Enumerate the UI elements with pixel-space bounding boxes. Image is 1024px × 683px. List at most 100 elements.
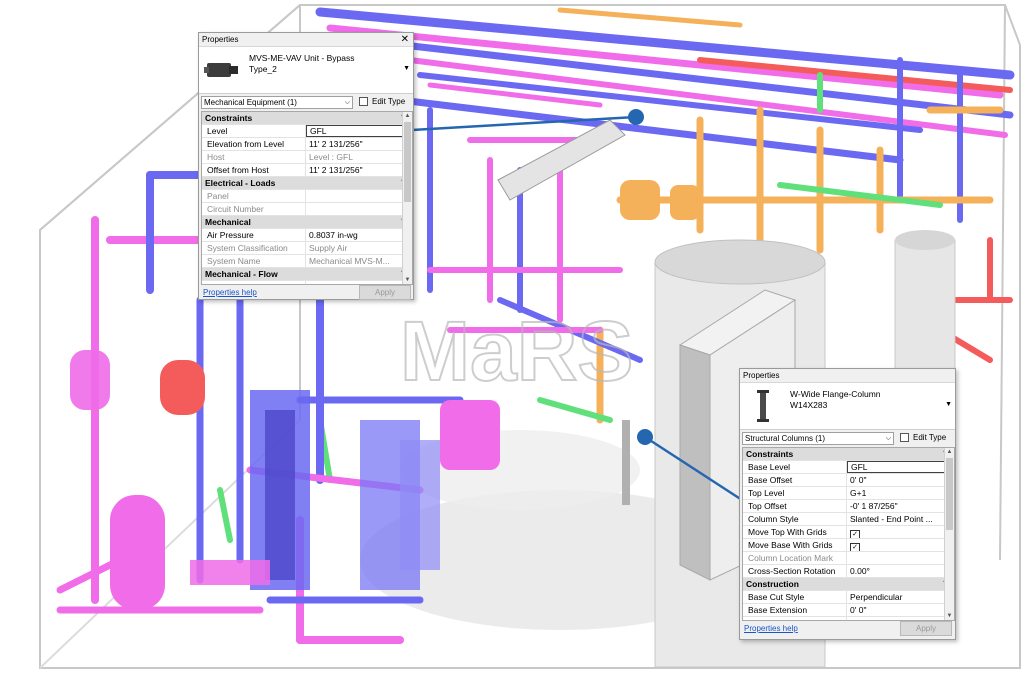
property-row[interactable]: Column Style Slanted - End Point ... (743, 513, 954, 526)
callout-dot-column (637, 429, 653, 445)
close-icon[interactable]: ✕ (401, 33, 409, 46)
checkbox-checked[interactable]: ✓ (850, 543, 860, 551)
edit-type-button[interactable]: Edit Type (359, 96, 405, 107)
edit-type-button[interactable]: Edit Type (900, 432, 946, 443)
scrollbar[interactable]: ▲ ▼ (944, 448, 954, 620)
group-label: Constraints (746, 449, 794, 459)
property-value[interactable]: -0' 1 87/256" (847, 500, 954, 512)
property-value[interactable]: Supply Air (306, 242, 412, 254)
group-label: Mechanical - Flow (205, 269, 278, 279)
property-value[interactable]: Perpendicular (847, 591, 954, 603)
property-name: Base Cut Style (743, 591, 847, 603)
property-row[interactable]: Circuit Number (202, 203, 412, 216)
property-value[interactable]: 0.00° (847, 565, 954, 577)
property-group-header[interactable]: Constraints⌃ (202, 112, 412, 125)
property-row[interactable]: Level GFL (202, 125, 412, 138)
property-value[interactable]: 0.8037 in-wg (306, 229, 412, 241)
column-icon (757, 390, 769, 422)
property-name: Elevation from Level (202, 138, 306, 150)
properties-help-link[interactable]: Properties help (203, 288, 257, 297)
property-row[interactable]: Move Top With Grids ✓ (743, 526, 954, 539)
scroll-thumb[interactable] (404, 122, 411, 202)
property-row[interactable]: Move Base With Grids ✓ (743, 539, 954, 552)
property-row[interactable]: Panel (202, 190, 412, 203)
scroll-down-icon[interactable]: ▼ (945, 612, 954, 620)
callout-dot-vav (628, 109, 644, 125)
panel-title: Properties (743, 371, 780, 380)
property-value[interactable]: Level : GFL (306, 151, 412, 163)
properties-grid[interactable]: Constraints⌃LevelGFLElevation from Level… (201, 111, 413, 285)
panel-titlebar[interactable]: Properties ✕ (199, 33, 413, 47)
property-name: Host (202, 151, 306, 163)
properties-panel-column[interactable]: Properties W-Wide Flange-Column W14X283 … (739, 368, 956, 640)
properties-grid[interactable]: Constraints⌃Base LevelGFLBase Offset0' 0… (742, 447, 955, 621)
type-selector[interactable]: W-Wide Flange-Column W14X283 ▼ (740, 383, 955, 430)
property-name: Move Base With Grids (743, 539, 847, 551)
properties-help-link[interactable]: Properties help (744, 624, 798, 633)
property-name: Column Style (743, 513, 847, 525)
property-row[interactable]: Air Pressure 0.8037 in-wg (202, 229, 412, 242)
property-name: Cross-Section Rotation (743, 565, 847, 577)
property-row[interactable]: Base Extension 0' 0" (743, 604, 954, 617)
property-name: Air Flow (202, 281, 306, 284)
property-group-header[interactable]: Electrical - Loads⌃ (202, 177, 412, 190)
checkbox-checked[interactable]: ✓ (850, 530, 860, 538)
property-value[interactable]: ✓ (847, 526, 954, 538)
property-row[interactable]: Cross-Section Rotation 0.00° (743, 565, 954, 578)
property-group-header[interactable]: Constraints⌃ (743, 448, 954, 461)
property-value[interactable]: 11' 2 131/256" (306, 138, 412, 150)
chevron-down-icon[interactable]: ▼ (403, 65, 410, 72)
property-value[interactable]: 0' 0" (847, 474, 954, 486)
chevron-down-icon[interactable]: ▼ (945, 401, 952, 408)
property-row[interactable]: Elevation from Level 11' 2 131/256" (202, 138, 412, 151)
type-name: W-Wide Flange-Column W14X283 (790, 389, 881, 410)
property-value[interactable]: Mechanical MVS-M... (306, 255, 412, 267)
property-value[interactable]: G+1 (847, 487, 954, 499)
property-name: Circuit Number (202, 203, 306, 215)
property-name: Panel (202, 190, 306, 202)
property-value[interactable] (847, 552, 954, 564)
panel-titlebar[interactable]: Properties (740, 369, 955, 383)
scroll-down-icon[interactable]: ▼ (403, 276, 412, 284)
property-row[interactable]: Base Offset 0' 0" (743, 474, 954, 487)
scroll-thumb[interactable] (946, 458, 953, 530)
property-row[interactable]: Host Level : GFL (202, 151, 412, 164)
scroll-up-icon[interactable]: ▲ (945, 448, 954, 456)
property-name: Air Pressure (202, 229, 306, 241)
property-row[interactable]: Base Level GFL (743, 461, 954, 474)
property-group-header[interactable]: Construction⌃ (743, 578, 954, 591)
chevron-down-icon: ⌵ (344, 99, 350, 106)
apply-button[interactable]: Apply (900, 621, 952, 636)
property-name: Offset from Host (202, 164, 306, 176)
group-label: Electrical - Loads (205, 178, 276, 188)
type-name: MVS-ME-VAV Unit - Bypass Type_2 (249, 53, 355, 74)
property-row[interactable]: Top Offset -0' 1 87/256" (743, 500, 954, 513)
apply-button[interactable]: Apply (359, 285, 411, 300)
scroll-up-icon[interactable]: ▲ (403, 112, 412, 120)
property-row[interactable]: Top Level G+1 (743, 487, 954, 500)
property-group-header[interactable]: Mechanical - Flow⌃ (202, 268, 412, 281)
category-filter[interactable]: Mechanical Equipment (1) ⌵ (201, 96, 353, 109)
property-group-header[interactable]: Mechanical⌃ (202, 216, 412, 229)
property-row[interactable]: System Name Mechanical MVS-M... (202, 255, 412, 268)
property-value[interactable]: 11' 2 131/256" (306, 164, 412, 176)
property-name: Base Level (743, 461, 847, 473)
property-value[interactable] (306, 203, 412, 215)
property-row[interactable]: System Classification Supply Air (202, 242, 412, 255)
property-value-input[interactable]: GFL (306, 125, 406, 137)
type-selector[interactable]: MVS-ME-VAV Unit - Bypass Type_2 ▼ (199, 47, 413, 94)
property-value[interactable]: ✓ (847, 539, 954, 551)
property-name: System Name (202, 255, 306, 267)
properties-panel-vav[interactable]: Properties ✕ MVS-ME-VAV Unit - Bypass Ty… (198, 32, 414, 300)
property-name: Top Cut Style (743, 617, 847, 620)
property-value[interactable]: Slanted - End Point ... (847, 513, 954, 525)
property-value-input[interactable]: GFL (847, 461, 948, 473)
scrollbar[interactable]: ▲ ▼ (402, 112, 412, 284)
property-row[interactable]: Base Cut Style Perpendicular (743, 591, 954, 604)
property-row[interactable]: Offset from Host 11' 2 131/256" (202, 164, 412, 177)
property-value[interactable] (306, 190, 412, 202)
category-filter[interactable]: Structural Columns (1) ⌵ (742, 432, 894, 445)
vav-unit-icon (204, 63, 238, 77)
property-value[interactable]: 0' 0" (847, 604, 954, 616)
property-row[interactable]: Column Location Mark (743, 552, 954, 565)
